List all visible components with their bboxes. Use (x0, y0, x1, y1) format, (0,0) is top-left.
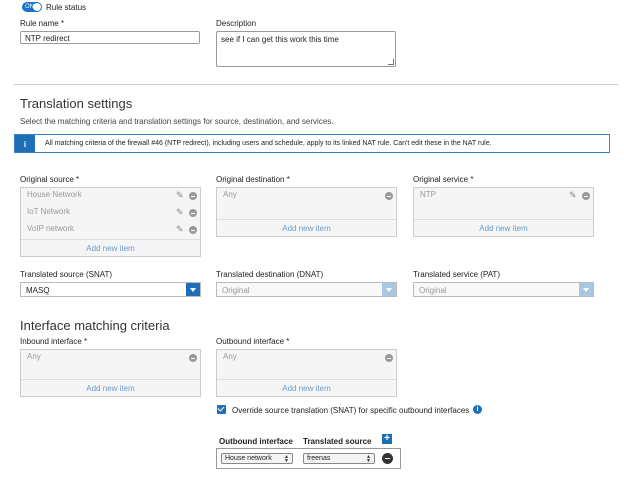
minus-circle-icon[interactable] (189, 354, 197, 362)
add-mapping-button[interactable]: + (382, 434, 392, 444)
list-item: Any (27, 352, 41, 361)
select-value: House network (225, 455, 272, 462)
translated-destination-select[interactable]: Original (216, 282, 397, 297)
select-value: Original (222, 286, 250, 295)
translated-source-select[interactable]: MASQ (20, 282, 201, 297)
pencil-icon[interactable]: ✎ (176, 208, 185, 217)
add-new-item-link[interactable]: Add new item (21, 379, 200, 397)
translated-service-label: Translated service (PAT) (413, 270, 500, 279)
info-banner-text: All matching criteria of the firewall #4… (45, 140, 492, 147)
pencil-icon[interactable]: ✎ (176, 191, 185, 200)
original-service-label: Original service * (413, 175, 474, 184)
original-destination-list: Any Add new item (216, 187, 397, 237)
remove-mapping-button[interactable] (382, 453, 393, 464)
updown-arrows-icon: ▲ ▼ (284, 454, 289, 464)
select-value: MASQ (26, 286, 50, 295)
interface-matching-title: Interface matching criteria (20, 318, 170, 333)
add-new-item-link[interactable]: Add new item (217, 219, 396, 237)
updown-arrows-icon: ▲ ▼ (366, 454, 371, 464)
minus-circle-icon[interactable] (189, 209, 197, 217)
rule-status-toggle[interactable]: ON (22, 2, 42, 12)
list-item: NTP (420, 190, 436, 199)
divider (14, 84, 618, 85)
add-new-item-link[interactable]: Add new item (21, 239, 200, 257)
minus-circle-icon[interactable] (385, 354, 393, 362)
mapping-row: House network ▲ ▼ freenas ▲ ▼ (216, 448, 401, 469)
column-header-translated-source: Translated source (303, 437, 372, 446)
description-textarea[interactable]: see if I can get this work this time (216, 31, 396, 67)
description-text: see if I can get this work this time (221, 35, 339, 44)
add-new-item-link[interactable]: Add new item (217, 379, 396, 397)
original-destination-label: Original destination * (216, 175, 290, 184)
translated-service-select[interactable]: Original (413, 282, 594, 297)
outbound-interface-label: Outbound interface * (216, 337, 290, 346)
outbound-interface-list: Any Add new item (216, 349, 397, 397)
override-snat-checkbox[interactable] (217, 405, 226, 414)
original-source-list: House Network ✎ IoT Network ✎ VoIP netwo… (20, 187, 201, 257)
chevron-down-icon (186, 283, 200, 296)
translation-settings-title: Translation settings (20, 96, 133, 111)
minus-circle-icon[interactable] (189, 226, 197, 234)
original-source-label: Original source * (20, 175, 80, 184)
select-value: freenas (307, 455, 331, 462)
rule-name-label: Rule name * (20, 19, 65, 28)
info-icon[interactable]: i (473, 405, 482, 414)
column-header-outbound-interface: Outbound interface (219, 437, 293, 446)
translated-source-label: Translated source (SNAT) (20, 270, 113, 279)
translated-source-select[interactable]: freenas ▲ ▼ (303, 453, 375, 464)
minus-circle-icon[interactable] (385, 192, 393, 200)
list-item: House Network (27, 190, 82, 199)
translated-destination-label: Translated destination (DNAT) (216, 270, 324, 279)
chevron-down-icon (579, 283, 593, 296)
outbound-interface-select[interactable]: House network ▲ ▼ (221, 453, 293, 464)
override-snat-label: Override source translation (SNAT) for s… (232, 406, 470, 415)
original-service-list: NTP ✎ Add new item (413, 187, 594, 237)
minus-circle-icon[interactable] (582, 192, 590, 200)
translation-settings-subtitle: Select the matching criteria and transla… (20, 117, 334, 126)
minus-circle-icon[interactable] (189, 192, 197, 200)
info-icon: i (15, 135, 35, 152)
list-item: IoT Network (27, 207, 70, 216)
add-new-item-link[interactable]: Add new item (414, 219, 593, 237)
info-banner: i All matching criteria of the firewall … (14, 134, 610, 153)
rule-status-label: Rule status (46, 3, 87, 12)
description-label: Description (216, 19, 257, 28)
inbound-interface-list: Any Add new item (20, 349, 201, 397)
list-item: Any (223, 352, 237, 361)
chevron-down-icon (382, 283, 396, 296)
resize-grip[interactable] (388, 59, 394, 65)
list-item: Any (223, 190, 237, 199)
inbound-interface-label: Inbound interface * (20, 337, 88, 346)
toggle-knob (33, 3, 41, 11)
list-item: VoIP network (27, 224, 74, 233)
select-value: Original (419, 286, 447, 295)
rule-name-input[interactable]: NTP redirect (20, 31, 200, 44)
pencil-icon[interactable]: ✎ (176, 225, 185, 234)
pencil-icon[interactable]: ✎ (569, 191, 578, 200)
